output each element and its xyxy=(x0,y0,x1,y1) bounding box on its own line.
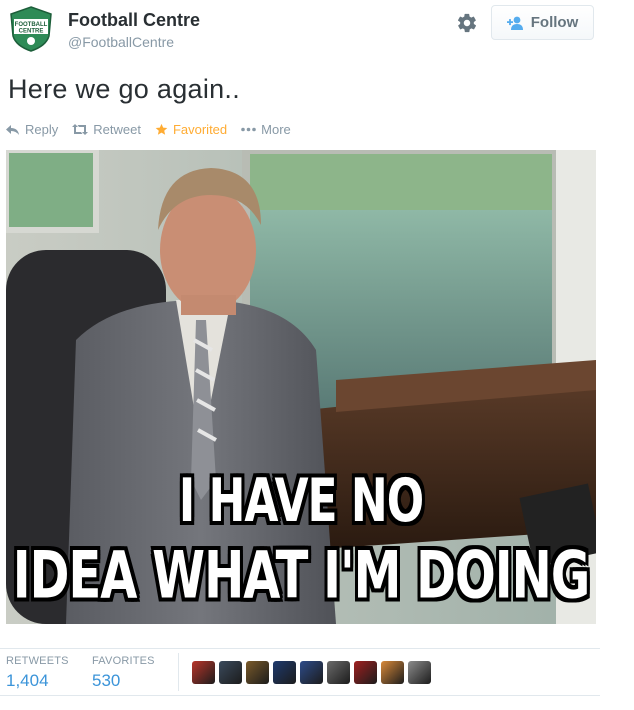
follow-button[interactable]: Follow xyxy=(491,5,594,40)
favoriter-avatars xyxy=(192,661,431,684)
gear-icon[interactable] xyxy=(456,12,478,34)
retweet-icon xyxy=(72,124,89,135)
tweet-header: FOOTBALL CENTRE Football Centre @Footbal… xyxy=(0,0,634,66)
meme-caption-line-2: IDEA WHAT I'M DOING xyxy=(12,538,590,614)
account-handle[interactable]: @FootballCentre xyxy=(68,34,174,50)
favoriter-avatar[interactable] xyxy=(381,661,404,684)
favoriter-avatar[interactable] xyxy=(273,661,296,684)
retweets-count: 1,404 xyxy=(6,671,49,690)
favorites-stat[interactable]: FAVORITES 530 xyxy=(92,655,155,691)
retweets-stat[interactable]: RETWEETS 1,404 xyxy=(6,655,69,691)
account-name[interactable]: Football Centre xyxy=(68,10,200,31)
avatar-text-2: CENTRE xyxy=(19,29,44,35)
reply-action[interactable]: Reply xyxy=(6,122,58,137)
tweet-actions: Reply Retweet Favorited More xyxy=(6,122,291,137)
favoriter-avatar[interactable] xyxy=(354,661,377,684)
star-icon xyxy=(155,123,168,136)
favoriter-avatar[interactable] xyxy=(246,661,269,684)
reply-icon xyxy=(6,124,20,136)
stats-divider xyxy=(178,653,179,691)
avatar-text-1: FOOTBALL xyxy=(15,22,48,28)
follow-label: Follow xyxy=(530,14,579,31)
retweets-label: RETWEETS xyxy=(6,655,69,667)
avatar[interactable]: FOOTBALL CENTRE xyxy=(8,6,54,52)
tweet-text: Here we go again.. xyxy=(8,74,241,104)
tweet-media[interactable]: I HAVE NO IDEA WHAT I'M DOING xyxy=(6,150,596,624)
favoriter-avatar[interactable] xyxy=(300,661,323,684)
favorites-count: 530 xyxy=(92,671,121,690)
retweet-action[interactable]: Retweet xyxy=(72,122,141,137)
meme-caption-line-1: I HAVE NO xyxy=(178,467,424,536)
ellipsis-icon xyxy=(241,127,256,132)
favoriter-avatar[interactable] xyxy=(192,661,215,684)
retweet-label: Retweet xyxy=(93,122,141,137)
favoriter-avatar[interactable] xyxy=(219,661,242,684)
tweet-stats: RETWEETS 1,404 FAVORITES 530 xyxy=(0,648,600,696)
favorite-action[interactable]: Favorited xyxy=(155,122,227,137)
reply-label: Reply xyxy=(25,122,59,137)
favorited-label: Favorited xyxy=(172,122,228,137)
more-action[interactable]: More xyxy=(241,122,291,137)
favorites-label: FAVORITES xyxy=(92,655,155,667)
favoriter-avatar[interactable] xyxy=(408,661,431,684)
more-label: More xyxy=(261,122,291,137)
favoriter-avatar[interactable] xyxy=(327,661,350,684)
add-user-icon xyxy=(506,16,525,30)
